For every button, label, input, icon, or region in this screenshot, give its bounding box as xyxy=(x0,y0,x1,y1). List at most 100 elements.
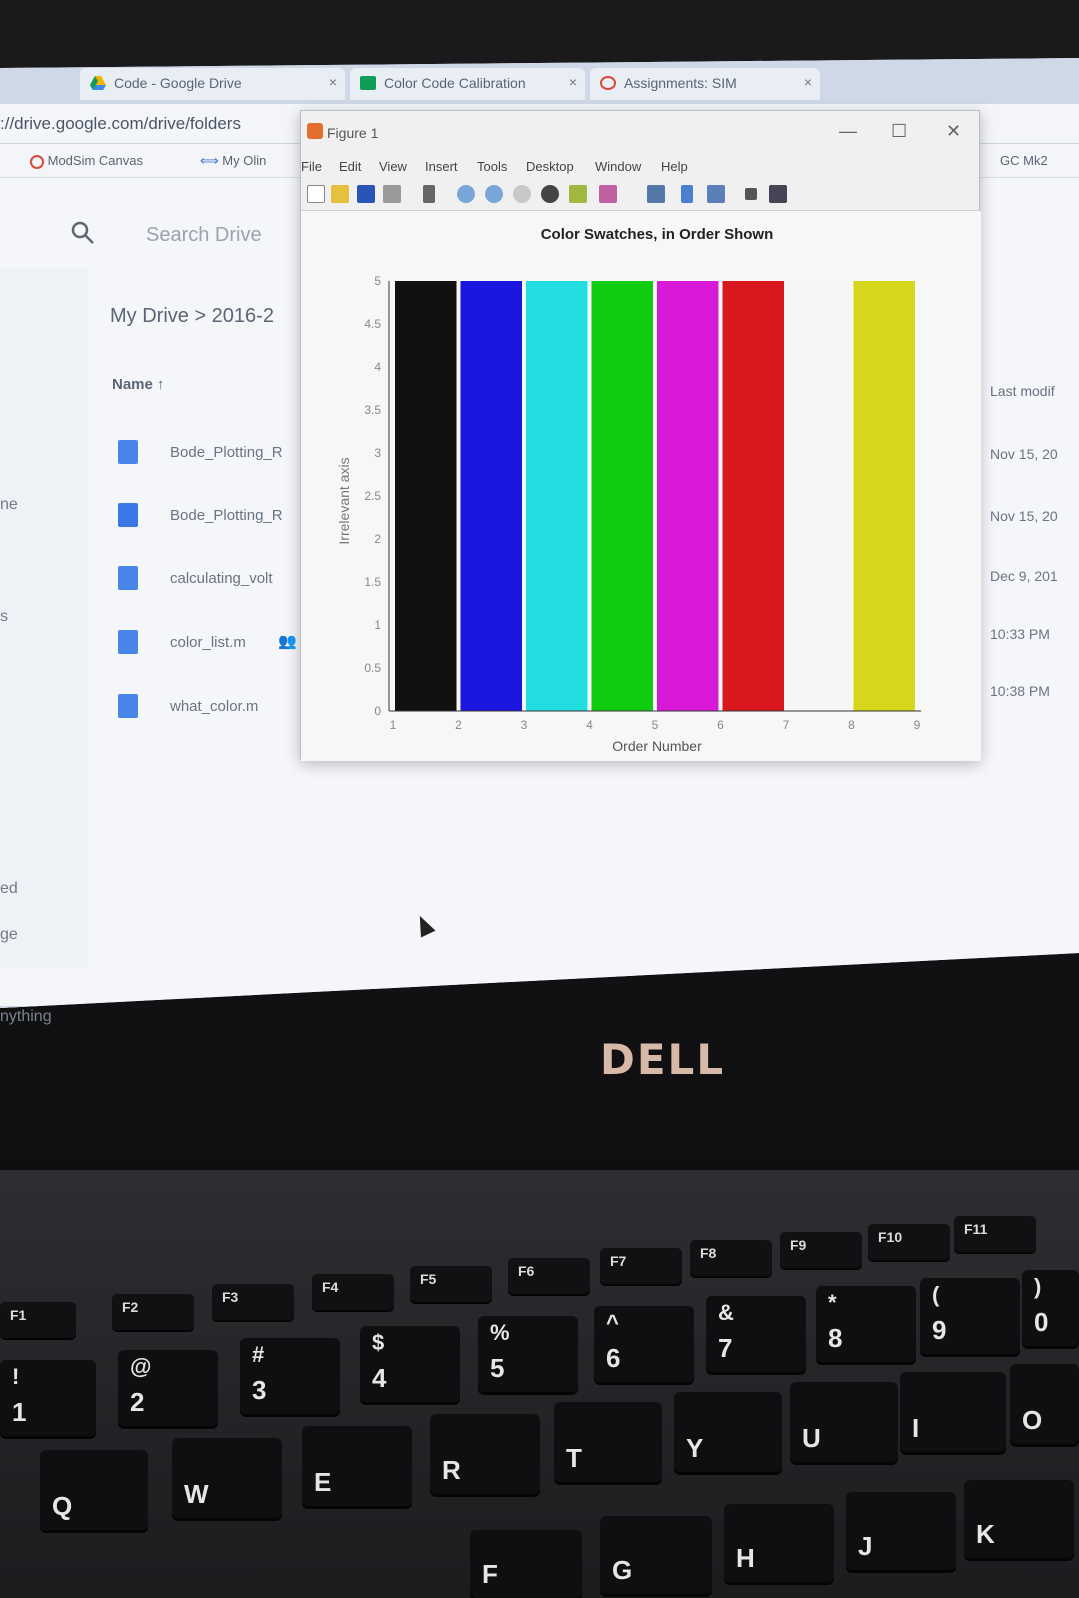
key-y[interactable]: Y xyxy=(674,1392,782,1472)
bookmark-modsim[interactable]: ModSim Canvas xyxy=(30,153,143,169)
y-tick-label: 4.5 xyxy=(364,317,381,331)
print-icon[interactable] xyxy=(383,185,401,203)
key-2[interactable]: @2 xyxy=(118,1350,218,1426)
key-q[interactable]: Q xyxy=(40,1450,148,1530)
key-t[interactable]: T xyxy=(554,1402,662,1482)
matlab-icon xyxy=(307,123,323,139)
outlook-icon[interactable] xyxy=(488,1014,522,1044)
menu-desktop[interactable]: Desktop xyxy=(526,159,574,174)
colorbar-icon[interactable] xyxy=(681,185,693,203)
key-f7[interactable]: F7 xyxy=(600,1248,682,1284)
open-icon[interactable] xyxy=(331,185,349,203)
url-text[interactable]: ://drive.google.com/drive/folders xyxy=(0,114,241,134)
key-5[interactable]: % 5 xyxy=(478,1316,578,1392)
show-tools-icon[interactable] xyxy=(769,185,787,203)
key-k[interactable]: K xyxy=(964,1480,1074,1558)
key-i[interactable]: I xyxy=(900,1372,1006,1452)
key-8[interactable]: * 8 xyxy=(816,1286,916,1362)
menu-edit[interactable]: Edit xyxy=(339,159,361,174)
sidebar-item[interactable]: ed xyxy=(0,880,18,898)
tab-google-drive[interactable]: Code - Google Drive × xyxy=(80,68,345,100)
taskbar-search[interactable]: nything xyxy=(0,1008,52,1026)
key-f5[interactable]: F5 xyxy=(410,1266,492,1302)
mail-icon[interactable] xyxy=(848,1014,882,1044)
bookmark-gc[interactable]: GC Mk2 xyxy=(1000,153,1048,168)
sidebar-item[interactable]: s xyxy=(0,608,8,626)
key-0[interactable]: ) 0 xyxy=(1022,1270,1079,1346)
x-tick-label: 7 xyxy=(783,718,790,732)
key-f1[interactable]: F1 xyxy=(0,1302,76,1338)
column-header-name[interactable]: Name ↑ xyxy=(112,376,165,393)
pan-icon[interactable] xyxy=(513,185,531,203)
pointer-icon[interactable] xyxy=(423,185,435,203)
key-f11[interactable]: F11 xyxy=(954,1216,1036,1252)
key-o[interactable]: O xyxy=(1010,1364,1079,1444)
key-u[interactable]: U xyxy=(790,1382,898,1462)
key-f8[interactable]: F8 xyxy=(690,1240,772,1276)
key-f9[interactable]: F9 xyxy=(780,1232,862,1268)
zoom-out-icon[interactable] xyxy=(485,185,503,203)
menu-tools[interactable]: Tools xyxy=(477,159,507,174)
close-icon[interactable]: × xyxy=(569,74,577,90)
tab-assignments[interactable]: Assignments: SIM × xyxy=(590,68,820,100)
key-r[interactable]: R xyxy=(430,1414,540,1494)
key-h[interactable]: H xyxy=(724,1504,834,1582)
sidebar-item[interactable]: ne xyxy=(0,496,18,514)
zoom-in-icon[interactable] xyxy=(457,185,475,203)
legend-icon[interactable] xyxy=(707,185,725,203)
file-explorer-icon[interactable] xyxy=(548,1014,582,1044)
bookmark-my-olin[interactable]: ⟺ My Olin xyxy=(200,153,266,169)
brush-icon[interactable] xyxy=(599,185,617,203)
key-f3[interactable]: F3 xyxy=(212,1284,294,1320)
key-f[interactable]: F xyxy=(470,1530,582,1598)
key-9[interactable]: (9 xyxy=(920,1278,1020,1354)
menu-help[interactable]: Help xyxy=(661,159,688,174)
search-input[interactable]: Search Drive xyxy=(146,224,262,247)
edge-icon[interactable]: e xyxy=(425,1014,459,1044)
key-6[interactable]: ^ 6 xyxy=(594,1306,694,1382)
search-icon[interactable] xyxy=(70,220,96,246)
link-plot-icon[interactable] xyxy=(647,185,665,203)
column-header-modified[interactable]: Last modif xyxy=(990,383,1055,399)
sidebar-item[interactable]: ge xyxy=(0,926,18,944)
rotate-icon[interactable] xyxy=(541,185,559,203)
key-f2[interactable]: F2 xyxy=(112,1294,194,1330)
key-e[interactable]: E xyxy=(302,1426,412,1506)
menu-insert[interactable]: Insert xyxy=(425,159,458,174)
menu-file[interactable]: File xyxy=(301,159,322,174)
key-f4[interactable]: F4 xyxy=(312,1274,394,1310)
figure-menubar: File Edit View Insert Tools Desktop Wind… xyxy=(301,153,981,179)
minimize-button[interactable]: — xyxy=(839,121,857,142)
bar-8 xyxy=(853,281,915,711)
matlab-icon[interactable] xyxy=(790,1014,824,1044)
close-icon[interactable]: × xyxy=(329,74,337,90)
key-3[interactable]: #3 xyxy=(240,1338,340,1414)
new-figure-icon[interactable] xyxy=(307,185,325,203)
close-icon[interactable]: × xyxy=(804,74,812,90)
maximize-button[interactable]: ☐ xyxy=(891,121,907,142)
microphone-icon[interactable] xyxy=(300,1014,320,1044)
key-g[interactable]: G xyxy=(600,1516,712,1594)
tab-color-code-calibration[interactable]: Color Code Calibration × xyxy=(350,68,585,100)
menu-view[interactable]: View xyxy=(379,159,407,174)
key-f10[interactable]: F10 xyxy=(868,1224,950,1260)
data-cursor-icon[interactable] xyxy=(569,185,587,203)
key-1[interactable]: ! 1 xyxy=(0,1360,96,1436)
breadcrumb[interactable]: My Drive > 2016-2 xyxy=(110,305,274,328)
excel-icon[interactable] xyxy=(908,1014,942,1044)
key-w[interactable]: W xyxy=(172,1438,282,1518)
menu-window[interactable]: Window xyxy=(595,159,641,174)
task-view-icon[interactable] xyxy=(360,1014,394,1044)
key-7[interactable]: & 7 xyxy=(706,1296,806,1372)
save-icon[interactable] xyxy=(357,185,375,203)
close-button[interactable]: ✕ xyxy=(946,121,961,142)
modified-date: Nov 15, 20 xyxy=(990,508,1058,524)
x-tick-label: 3 xyxy=(521,718,528,732)
hide-tools-icon[interactable] xyxy=(745,188,757,200)
key-j[interactable]: J xyxy=(846,1492,956,1570)
key-4[interactable]: $4 xyxy=(360,1326,460,1402)
modified-date: 10:33 PM xyxy=(990,626,1050,642)
app-icon[interactable]: W xyxy=(730,1014,764,1044)
matlab-figure-window[interactable]: Figure 1 — ☐ ✕ File Edit View Insert Too… xyxy=(300,110,981,761)
key-f6[interactable]: F6 xyxy=(508,1258,590,1294)
